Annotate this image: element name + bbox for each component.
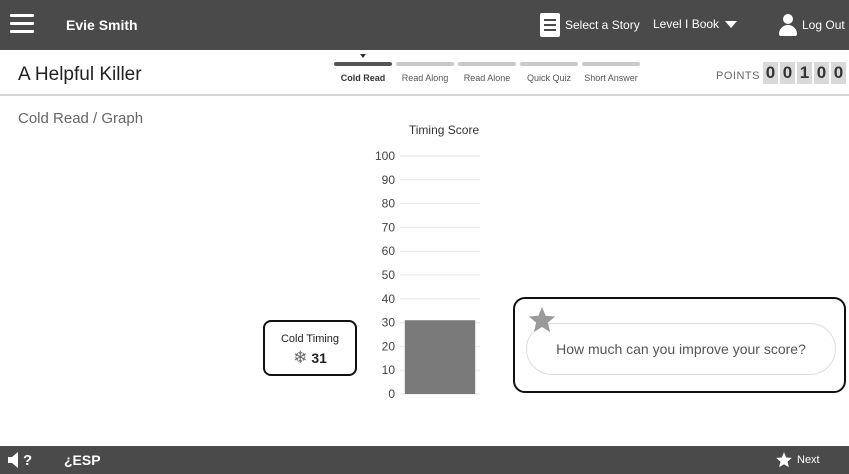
caret-down-icon [725, 20, 738, 28]
y-tick-label: 60 [382, 244, 396, 258]
star-icon [776, 452, 792, 468]
logout-button[interactable]: Log Out [778, 10, 845, 40]
step-quick-quiz[interactable]: Quick Quiz [518, 50, 580, 96]
step-progress-bar [396, 62, 454, 66]
next-label: Next [797, 454, 820, 466]
step-label: Read Alone [463, 73, 511, 83]
spanish-toggle-button[interactable]: ¿ESP [64, 452, 101, 468]
story-title: A Helpful Killer [18, 64, 142, 85]
step-progress-bar [582, 62, 640, 66]
timing-score-chart: Timing Score 0 10 20 30 40 50 60 70 80 90 100 [348, 118, 508, 408]
select-story-button[interactable]: Select a Story [540, 11, 640, 39]
cold-timing-box: Cold Timing ❄ 31 [263, 320, 357, 376]
step-read-alone[interactable]: Read Alone [456, 50, 518, 96]
step-progress-bar [520, 62, 578, 66]
activity-steps: Cold Read Read Along Read Alone Quick Qu… [332, 50, 642, 96]
step-short-answer[interactable]: Short Answer [580, 50, 642, 96]
help-question-icon: ? [23, 451, 33, 469]
logout-label: Log Out [802, 18, 845, 32]
points-label: POINTS [716, 70, 760, 82]
story-header: A Helpful Killer Cold Read Read Along Re… [0, 50, 849, 96]
step-label: Cold Read [340, 73, 386, 83]
bottom-bar: ? ¿ESP Next [0, 446, 849, 474]
points-digit: 0 [780, 62, 795, 84]
top-bar: Evie Smith Select a Story Level I Book L… [0, 0, 849, 50]
points-counter: 0 0 1 0 0 [763, 62, 848, 84]
menu-icon[interactable] [10, 14, 34, 34]
y-tick-label: 100 [375, 149, 395, 163]
y-tick-label: 50 [382, 268, 396, 282]
audio-help-button[interactable]: ? [8, 451, 32, 469]
level-label: Level I Book [653, 17, 720, 31]
snowflake-icon: ❄ [293, 348, 308, 367]
chart-title: Timing Score [409, 123, 480, 137]
y-tick-label: 40 [382, 292, 396, 306]
star-icon [528, 306, 556, 332]
improve-score-text: How much can you improve your score? [556, 341, 806, 357]
improve-score-prompt[interactable]: How much can you improve your score? [526, 323, 836, 375]
points-digit: 0 [814, 62, 829, 84]
user-icon [778, 13, 798, 37]
step-progress-bar [458, 62, 516, 66]
bar [404, 320, 476, 394]
points-digit: 0 [831, 62, 846, 84]
section-title: Cold Read / Graph [18, 110, 144, 127]
step-read-along[interactable]: Read Along [394, 50, 456, 96]
y-tick-label: 30 [382, 316, 396, 330]
speaker-icon [8, 452, 18, 468]
y-tick-label: 70 [382, 220, 396, 234]
select-story-label: Select a Story [565, 18, 640, 32]
y-tick-label: 80 [382, 197, 396, 211]
user-name: Evie Smith [66, 17, 138, 33]
timing-score-chart-svg: Timing Score 0 10 20 30 40 50 60 70 80 90 100 [375, 123, 480, 401]
book-icon [540, 13, 560, 37]
cold-timing-label: Cold Timing [280, 333, 340, 345]
current-step-pointer-icon [360, 54, 366, 58]
points-digit: 0 [763, 62, 778, 84]
cold-timing-value: 31 [311, 349, 327, 366]
next-button[interactable]: Next [775, 450, 820, 470]
y-tick-label: 90 [382, 173, 396, 187]
y-tick-label: 20 [382, 339, 396, 353]
level-dropdown[interactable]: Level I Book [653, 17, 738, 31]
step-cold-read[interactable]: Cold Read [332, 50, 394, 96]
improve-score-panel: How much can you improve your score? [513, 297, 846, 393]
points-digit: 1 [797, 62, 812, 84]
step-progress-bar [334, 62, 392, 66]
step-label: Short Answer [584, 73, 638, 83]
y-tick-label: 0 [388, 387, 395, 401]
step-label: Read Along [401, 73, 449, 83]
y-tick-label: 10 [382, 363, 396, 377]
step-label: Quick Quiz [526, 73, 571, 83]
